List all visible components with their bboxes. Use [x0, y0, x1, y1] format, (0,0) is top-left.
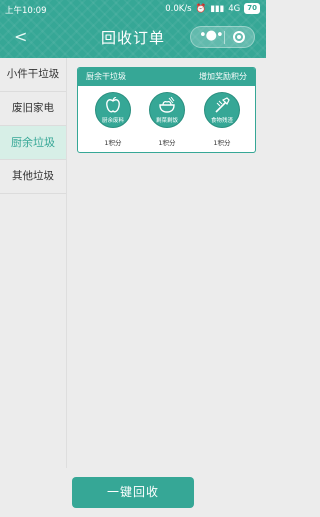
network-speed: 0.0K/s — [165, 3, 192, 14]
sidebar-item-other-waste[interactable]: 其他垃圾 — [0, 160, 66, 194]
status-indicators: 0.0K/s ⏰ ▮▮▮ 4G 70 — [165, 3, 260, 14]
waste-item: 厨余废料 1积分 — [88, 92, 138, 147]
sidebar-item-small-dry-waste[interactable]: 小件干垃圾 — [0, 58, 66, 92]
card-header: 厨余干垃圾 增加奖励积分 — [78, 68, 255, 86]
category-sidebar: 小件干垃圾 废旧家电 厨余垃圾 其他垃圾 — [0, 58, 67, 468]
more-icon[interactable]: •●• — [199, 28, 224, 43]
waste-item-label: 剩菜剩饭 — [155, 118, 178, 124]
waste-item-button[interactable]: 食物残渣 — [204, 92, 240, 128]
add-bonus-points-link[interactable]: 增加奖励积分 — [199, 68, 247, 86]
battery-icon: 70 — [244, 3, 260, 14]
waste-item-list: 厨余废料 1积分 剩菜剩饭 1积分 食物残渣 1积分 — [78, 86, 255, 152]
waste-item-points: 1积分 — [158, 139, 176, 147]
card-title: 厨余干垃圾 — [86, 72, 126, 81]
waste-item-button[interactable]: 厨余废料 — [95, 92, 131, 128]
close-target-icon[interactable] — [233, 31, 245, 43]
status-bar: 上午10:09 0.0K/s ⏰ ▮▮▮ 4G 70 — [0, 0, 266, 18]
waste-item-button[interactable]: 剩菜剩饭 — [149, 92, 185, 128]
kitchen-waste-card: 厨余干垃圾 增加奖励积分 厨余废料 1积分 剩菜剩饭 1积分 食物残渣 1积分 — [77, 67, 256, 153]
status-time: 上午10:09 — [5, 6, 47, 16]
waste-item: 剩菜剩饭 1积分 — [142, 92, 192, 147]
network-type: 4G — [228, 3, 241, 14]
mini-program-capsule: •●• — [190, 26, 255, 48]
alarm-icon: ⏰ — [195, 3, 207, 14]
food-scraps-icon — [215, 97, 230, 113]
header: 上午10:09 0.0K/s ⏰ ▮▮▮ 4G 70 < 回收订单 •●• — [0, 0, 266, 58]
apple-icon — [106, 97, 120, 113]
one-click-recycle-button[interactable]: 一键回收 — [72, 477, 194, 508]
nav-bar: < 回收订单 •●• — [0, 18, 266, 56]
waste-item-label: 食物残渣 — [210, 118, 233, 124]
sidebar-item-kitchen-waste[interactable]: 厨余垃圾 — [0, 126, 66, 160]
waste-item-points: 1积分 — [213, 139, 231, 147]
waste-item-points: 1积分 — [104, 139, 122, 147]
waste-item: 食物残渣 1积分 — [197, 92, 247, 147]
sidebar-item-old-appliances[interactable]: 废旧家电 — [0, 92, 66, 126]
signal-icon: ▮▮▮ — [210, 3, 225, 14]
waste-item-label: 厨余废料 — [101, 118, 124, 124]
capsule-divider — [224, 31, 225, 44]
rice-bowl-icon — [159, 97, 175, 113]
